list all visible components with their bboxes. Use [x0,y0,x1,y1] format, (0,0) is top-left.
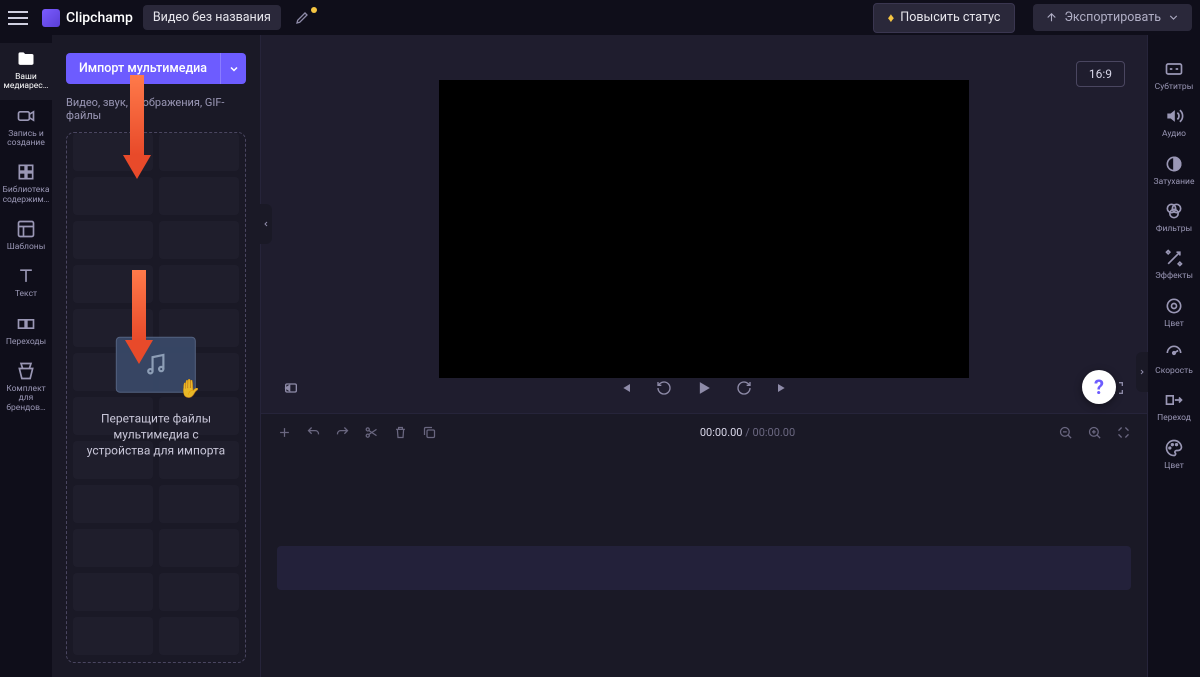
fit-icon[interactable] [1116,425,1131,440]
transition-icon [1164,390,1184,410]
plus-icon[interactable] [277,425,292,440]
sidebar-item-brandkit[interactable]: Комплект для брендов… [0,355,52,421]
help-icon: ? [1094,375,1104,399]
sidebar-item-transition[interactable]: Переход [1148,384,1200,431]
zoom-in-icon[interactable] [1087,425,1102,440]
export-label: Экспортировать [1064,10,1161,25]
sidebar-item-transitions[interactable]: Переходы [0,308,52,355]
sidebar-item-color2[interactable]: Цвет [1148,432,1200,479]
filters-icon [1164,201,1184,221]
sidebar-item-speed[interactable]: Скорость [1148,337,1200,384]
project-title[interactable]: Видео без названия [143,5,281,30]
undo-icon[interactable] [306,425,321,440]
upload-icon [1045,11,1058,24]
chevron-down-icon [1167,11,1180,24]
captions-icon [1164,59,1184,79]
music-icon [143,351,169,377]
trash-icon[interactable] [393,425,408,440]
media-hint: Видео, звук, изображения, GIF-файлы [66,96,246,122]
diamond-icon: ♦ [888,10,895,26]
color-icon [1164,296,1184,316]
brandkit-icon [16,361,36,381]
fade-icon [1164,154,1184,174]
sidebar-item-record[interactable]: Запись и создание [0,100,52,157]
upgrade-label: Повысить статус [900,10,1000,25]
effects-icon [1164,248,1184,268]
help-button[interactable]: ? [1082,370,1116,404]
sidebar-item-captions[interactable]: Субтитры [1148,53,1200,100]
text-icon [16,266,36,286]
zoom-out-icon[interactable] [1058,425,1073,440]
media-panel: Импорт мультимедиа Видео, звук, изображе… [52,35,260,677]
hand-cursor-icon: ✋ [179,378,201,399]
app-logo: Clipchamp [42,9,133,27]
timeline[interactable] [261,451,1147,677]
palette-icon [1164,438,1184,458]
scissors-icon[interactable] [364,425,379,440]
aspect-ratio-button[interactable]: 16:9 [1076,61,1125,87]
transitions-icon [16,314,36,334]
speed-icon [1164,343,1184,363]
logo-icon [42,9,60,27]
magic-pen-icon[interactable] [295,9,313,27]
camera-icon [16,106,36,126]
templates-icon [16,219,36,239]
drop-text: Перетащите файлы мультимедиа с устройств… [85,410,227,459]
copy-icon[interactable] [422,425,437,440]
upgrade-button[interactable]: ♦ Повысить статус [873,3,1016,33]
frame-icon[interactable] [283,380,299,400]
right-sidebar: Субтитры Аудио Затухание Фильтры Эффекты… [1148,35,1200,677]
rewind-button[interactable] [656,380,672,400]
skip-forward-button[interactable] [774,380,790,400]
import-dropdown-button[interactable] [220,53,246,84]
sidebar-item-templates[interactable]: Шаблоны [0,213,52,260]
forward-button[interactable] [736,380,752,400]
left-sidebar: Ваши медиарес… Запись и создание Библиот… [0,35,52,677]
preview-area: 16:9 [261,35,1147,413]
media-dropzone[interactable]: ✋ Перетащите файлы мультимедиа с устройс… [66,132,246,663]
sidebar-item-color[interactable]: Цвет [1148,290,1200,337]
speaker-icon [1164,106,1184,126]
video-canvas[interactable] [439,80,969,378]
sidebar-item-audio[interactable]: Аудио [1148,100,1200,147]
sidebar-item-library[interactable]: Библиотека содержим… [0,156,52,213]
sidebar-item-fade[interactable]: Затухание [1148,148,1200,195]
library-icon [16,162,36,182]
redo-icon[interactable] [335,425,350,440]
timeline-toolbar: 00:00.00 / 00:00.00 [261,413,1147,451]
chevron-down-icon [228,63,240,75]
collapse-panel-left[interactable] [260,204,272,244]
export-button[interactable]: Экспортировать [1033,4,1192,31]
timecode: 00:00.00 / 00:00.00 [700,426,795,439]
import-media-button[interactable]: Импорт мультимедиа [66,53,220,84]
folder-icon [16,49,36,69]
app-name: Clipchamp [66,10,133,26]
sidebar-item-text[interactable]: Текст [0,260,52,307]
timeline-track[interactable] [277,546,1131,590]
sidebar-item-media[interactable]: Ваши медиарес… [0,43,52,100]
play-button[interactable] [694,378,714,402]
drop-media-tile: ✋ [116,336,196,392]
sidebar-item-filters[interactable]: Фильтры [1148,195,1200,242]
collapse-panel-right[interactable] [1136,352,1148,392]
skip-back-button[interactable] [618,380,634,400]
sidebar-item-effects[interactable]: Эффекты [1148,242,1200,289]
menu-button[interactable] [8,6,32,30]
